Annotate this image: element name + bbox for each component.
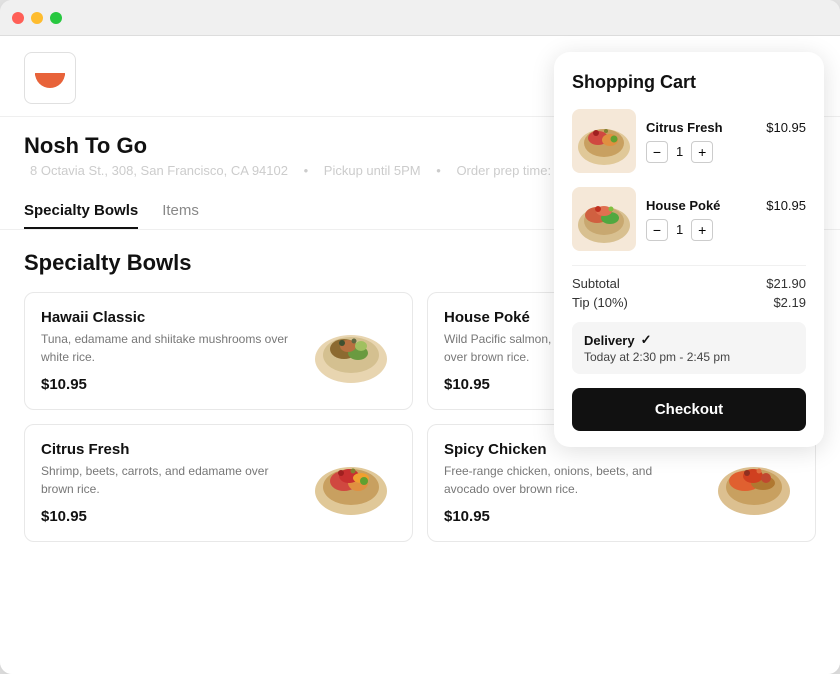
cart-item-details: House Poké $10.95 − 1 + <box>646 198 806 241</box>
cart-tip-row: Tip (10%) $2.19 <box>572 295 806 310</box>
menu-item-desc: Shrimp, beets, carrots, and edamame over… <box>41 462 296 498</box>
menu-item-name: Hawaii Classic <box>41 309 296 326</box>
minimize-dot[interactable] <box>31 12 43 24</box>
restaurant-pickup: Pickup until 5PM <box>324 163 421 178</box>
menu-item-info: Citrus Fresh Shrimp, beets, carrots, and… <box>41 441 306 525</box>
citrus-fresh-img <box>306 443 396 523</box>
delivery-check-icon: ✓ <box>641 332 652 348</box>
delivery-time: Today at 2:30 pm - 2:45 pm <box>584 350 794 364</box>
cart-item-qty: − 1 + <box>646 141 806 163</box>
menu-item-citrus-fresh[interactable]: Citrus Fresh Shrimp, beets, carrots, and… <box>24 424 413 542</box>
close-dot[interactable] <box>12 12 24 24</box>
cart-item-citrus-fresh: Citrus Fresh $10.95 − 1 + <box>572 109 806 173</box>
app-window: Nosh To Go 8 Octavia St., 308, San Franc… <box>0 0 840 674</box>
cart-item-details: Citrus Fresh $10.95 − 1 + <box>646 120 806 163</box>
bowl-shape <box>35 73 65 88</box>
cart-item-price: $10.95 <box>766 120 806 135</box>
titlebar <box>0 0 840 36</box>
cart-item-house-poke: House Poké $10.95 − 1 + <box>572 187 806 251</box>
cart-item-price: $10.95 <box>766 198 806 213</box>
tab-specialty-bowls[interactable]: Specialty Bowls <box>24 194 138 229</box>
menu-item-image <box>709 443 799 523</box>
restaurant-logo <box>24 52 76 104</box>
delivery-label: Delivery ✓ <box>584 332 794 348</box>
checkout-button[interactable]: Checkout <box>572 388 806 431</box>
logo-bowl-icon <box>35 68 65 88</box>
restaurant-address: 8 Octavia St., 308, San Francisco, CA 94… <box>30 163 288 178</box>
cart-item-name: Citrus Fresh <box>646 120 723 135</box>
subtotal-value: $21.90 <box>766 276 806 291</box>
cart-title: Shopping Cart <box>572 72 806 93</box>
menu-item-image <box>306 443 396 523</box>
cart-subtotals: Subtotal $21.90 Tip (10%) $2.19 <box>572 276 806 310</box>
meta-dot1: • <box>304 163 309 178</box>
main-area: Nosh To Go 8 Octavia St., 308, San Franc… <box>0 36 840 674</box>
tab-items[interactable]: Items <box>162 194 199 229</box>
cart-divider <box>572 265 806 266</box>
menu-item-image <box>306 311 396 391</box>
delivery-box: Delivery ✓ Today at 2:30 pm - 2:45 pm <box>572 322 806 374</box>
menu-item-price: $10.95 <box>444 508 699 525</box>
cart-subtotal-row: Subtotal $21.90 <box>572 276 806 291</box>
qty-value-poke: 1 <box>676 222 683 237</box>
menu-item-desc: Free-range chicken, onions, beets, and a… <box>444 462 699 498</box>
menu-item-info: Spicy Chicken Free-range chicken, onions… <box>444 441 709 525</box>
increase-qty-poke[interactable]: + <box>691 219 713 241</box>
subtotal-label: Subtotal <box>572 276 620 291</box>
cart-item-qty: − 1 + <box>646 219 806 241</box>
menu-item-price: $10.95 <box>41 376 296 393</box>
tip-value: $2.19 <box>773 295 806 310</box>
hawaii-classic-img <box>306 311 396 391</box>
meta-dot2: • <box>436 163 441 178</box>
menu-item-name: Citrus Fresh <box>41 441 296 458</box>
shopping-cart-panel: Shopping Cart Citrus F <box>554 52 824 447</box>
cart-item-image <box>572 109 636 173</box>
cart-poke-img <box>572 187 636 251</box>
decrease-qty-citrus[interactable]: − <box>646 141 668 163</box>
spicy-chicken-img <box>709 443 799 523</box>
menu-item-info: Hawaii Classic Tuna, edamame and shiitak… <box>41 309 306 393</box>
cart-item-image <box>572 187 636 251</box>
menu-item-hawaii-classic[interactable]: Hawaii Classic Tuna, edamame and shiitak… <box>24 292 413 410</box>
decrease-qty-poke[interactable]: − <box>646 219 668 241</box>
delivery-text: Delivery <box>584 333 635 348</box>
cart-item-name: House Poké <box>646 198 720 213</box>
menu-item-price: $10.95 <box>41 508 296 525</box>
menu-item-desc: Tuna, edamame and shiitake mushrooms ove… <box>41 330 296 366</box>
increase-qty-citrus[interactable]: + <box>691 141 713 163</box>
tip-label: Tip (10%) <box>572 295 628 310</box>
maximize-dot[interactable] <box>50 12 62 24</box>
qty-value-citrus: 1 <box>676 144 683 159</box>
cart-citrus-img <box>572 109 636 173</box>
